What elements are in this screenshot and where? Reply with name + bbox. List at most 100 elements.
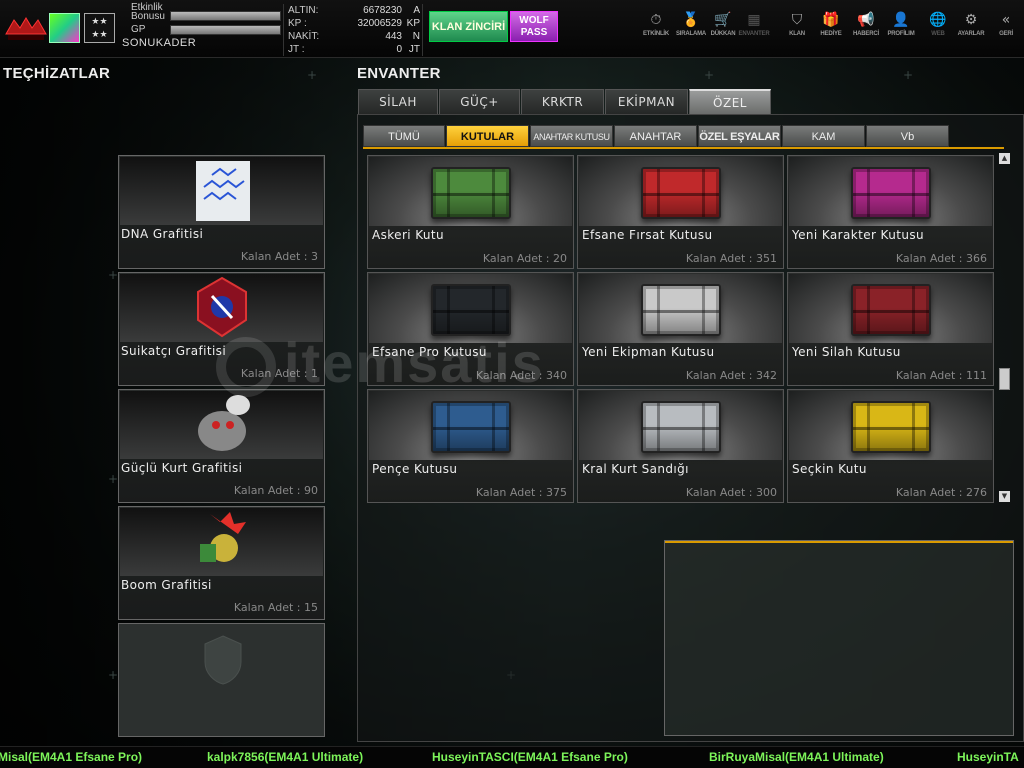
nav-label: SIRALAMA bbox=[675, 31, 707, 37]
equipment-count: Kalan Adet : 3 bbox=[240, 250, 318, 263]
gear-icon: ⚙ bbox=[964, 12, 978, 28]
strong-wolf-graffiti-image bbox=[120, 391, 323, 459]
nav-profilim[interactable]: 👤 PROFİLIM bbox=[885, 10, 917, 50]
tab-label: ÖZEL bbox=[713, 96, 747, 110]
wolf-pass-button[interactable]: WOLF PASS bbox=[510, 11, 558, 42]
globe-icon: 🌐 bbox=[929, 12, 947, 28]
tab-label: EKİPMAN bbox=[617, 95, 676, 109]
inventory-item[interactable]: Efsane Fırsat Kutusu Kalan Adet : 351 bbox=[577, 155, 784, 269]
scroll-down-button[interactable]: ▼ bbox=[999, 491, 1010, 502]
item-image bbox=[579, 157, 782, 226]
currency-row-jt: JT : 0 JT bbox=[288, 44, 424, 57]
item-count: Kalan Adet : 351 bbox=[685, 252, 777, 265]
megaphone-icon: 📢 bbox=[857, 12, 875, 28]
nav-geri[interactable]: « GERİ bbox=[990, 10, 1022, 50]
nav-hediye[interactable]: 🎁 HEDİYE bbox=[815, 10, 847, 50]
currency-key: JT : bbox=[288, 44, 305, 55]
currency-unit: A bbox=[413, 5, 420, 16]
tab-label: SİLAH bbox=[379, 95, 417, 109]
item-count: Kalan Adet : 20 bbox=[482, 252, 567, 265]
rank-badge[interactable] bbox=[49, 13, 80, 43]
equipment-count: Kalan Adet : 1 bbox=[240, 367, 318, 380]
currency-key: NAKİT: bbox=[288, 31, 320, 42]
crate-icon bbox=[431, 401, 511, 453]
empty-equipment-slot[interactable] bbox=[118, 623, 325, 737]
item-count: Kalan Adet : 375 bbox=[475, 486, 567, 499]
inventory-item[interactable]: Yeni Silah Kutusu Kalan Adet : 111 bbox=[787, 272, 994, 386]
stopwatch-icon: ⏱ bbox=[650, 12, 662, 28]
inventory-item[interactable]: Kral Kurt Sandığı Kalan Adet : 300 bbox=[577, 389, 784, 503]
medal-icon: 🏅 bbox=[682, 12, 700, 28]
stars-badge: ★★ ★★ bbox=[84, 13, 115, 43]
gp-bar bbox=[170, 25, 281, 35]
nav-siralama[interactable]: 🏅 SIRALAMA bbox=[675, 10, 707, 50]
inventory-item[interactable]: Pençe Kutusu Kalan Adet : 375 bbox=[367, 389, 574, 503]
inventory-icon: ▦ bbox=[747, 12, 761, 28]
tab-silah[interactable]: SİLAH bbox=[358, 89, 438, 114]
item-count: Kalan Adet : 342 bbox=[685, 369, 777, 382]
tab-ozel[interactable]: ÖZEL bbox=[689, 89, 771, 114]
assassin-graffiti-image bbox=[120, 274, 323, 342]
tab-label: GÜÇ+ bbox=[460, 95, 499, 109]
inventory-item[interactable]: Yeni Ekipman Kutusu Kalan Adet : 342 bbox=[577, 272, 784, 386]
item-scrollbar[interactable]: ▲ ▼ bbox=[999, 153, 1011, 506]
equipment-name: Boom Grafitisi bbox=[121, 578, 212, 592]
currency-key: KP : bbox=[288, 18, 307, 29]
decor-plus: + bbox=[108, 472, 119, 486]
decor-plus: + bbox=[903, 68, 914, 82]
nav-ayarlar[interactable]: ⚙ AYARLAR bbox=[955, 10, 987, 50]
currency-row-altin: ALTIN: 6678230 A bbox=[288, 5, 424, 18]
item-name: Efsane Fırsat Kutusu bbox=[582, 228, 713, 242]
inventory-item[interactable]: Askeri Kutu Kalan Adet : 20 bbox=[367, 155, 574, 269]
nav-label: GERİ bbox=[999, 31, 1013, 37]
crate-icon bbox=[851, 284, 931, 336]
item-image bbox=[369, 274, 572, 343]
subtab-vb[interactable]: Vb bbox=[866, 125, 949, 147]
subtab-anahtar-kutusu[interactable]: ANAHTAR KUTUSU bbox=[530, 125, 613, 147]
equipment-card[interactable]: Güçlü Kurt Grafitisi Kalan Adet : 90 bbox=[118, 389, 325, 503]
gp-label: GP bbox=[131, 24, 146, 35]
equipment-card[interactable]: DNA Grafitisi Kalan Adet : 3 bbox=[118, 155, 325, 269]
scroll-thumb[interactable] bbox=[999, 368, 1010, 390]
profile-icon: 👤 bbox=[892, 12, 910, 28]
nav-envanter[interactable]: ▦ ENVANTER bbox=[738, 10, 770, 50]
inventory-item[interactable]: Yeni Karakter Kutusu Kalan Adet : 366 bbox=[787, 155, 994, 269]
item-count: Kalan Adet : 340 bbox=[475, 369, 567, 382]
nav-dükkan[interactable]: 🛒 DÜKKAN bbox=[707, 10, 739, 50]
subtab-ozel-esyalar[interactable]: ÖZEL EŞYALAR bbox=[698, 125, 781, 147]
tab-ekipman[interactable]: EKİPMAN bbox=[605, 89, 688, 114]
subtab-tumu[interactable]: TÜMÜ bbox=[363, 125, 445, 147]
currency-unit: KP bbox=[406, 18, 420, 29]
wolf-pass-line2: PASS bbox=[520, 27, 548, 38]
equipment-card[interactable]: Suikatçı Grafitisi Kalan Adet : 1 bbox=[118, 272, 325, 386]
nav-klan[interactable]: ⛉ KLAN bbox=[781, 10, 813, 50]
equipment-count: Kalan Adet : 15 bbox=[233, 601, 318, 614]
subtab-label: ANAHTAR bbox=[629, 131, 682, 143]
nav-web[interactable]: 🌐 WEB bbox=[922, 10, 954, 50]
item-count: Kalan Adet : 276 bbox=[895, 486, 987, 499]
crate-icon bbox=[851, 167, 931, 219]
scroll-up-button[interactable]: ▲ bbox=[999, 153, 1010, 164]
currency-panel: ALTIN: 6678230 A KP : 32006529 KP NAKİT:… bbox=[283, 4, 423, 56]
decor-plus: + bbox=[108, 268, 119, 282]
klan-chain-label: KLAN ZİNCİRİ bbox=[431, 20, 506, 33]
subtab-label: KUTULAR bbox=[460, 131, 515, 143]
item-detail-panel bbox=[664, 540, 1014, 736]
tab-krktr[interactable]: KRKTR bbox=[521, 89, 604, 114]
nav-etkinlik[interactable]: ⏱ ETKİNLİK bbox=[640, 10, 672, 50]
tab-guc[interactable]: GÜÇ+ bbox=[439, 89, 520, 114]
main-nav: ⏱ ETKİNLİK 🏅 SIRALAMA 🛒 DÜKKAN ▦ ENVANTER ⛉ KLAN 🎁… bbox=[640, 10, 1024, 50]
item-name: Kral Kurt Sandığı bbox=[582, 462, 689, 476]
equipment-card[interactable]: Boom Grafitisi Kalan Adet : 15 bbox=[118, 506, 325, 620]
nav-haberci[interactable]: 📢 HABERCİ bbox=[850, 10, 882, 50]
ticker-item: HuseyinTASCI(EM4A1 Efsane Pro) bbox=[432, 750, 628, 764]
inventory-item[interactable]: Seçkin Kutu Kalan Adet : 276 bbox=[787, 389, 994, 503]
ticker-item: Misal(EM4A1 Efsane Pro) bbox=[0, 750, 143, 764]
inventory-item[interactable]: Efsane Pro Kutusu Kalan Adet : 340 bbox=[367, 272, 574, 386]
dna-graffiti-image bbox=[120, 157, 323, 225]
subtab-kutular[interactable]: KUTULAR bbox=[446, 125, 529, 147]
subtab-anahtar[interactable]: ANAHTAR bbox=[614, 125, 697, 147]
klan-chain-button[interactable]: KLAN ZİNCİRİ bbox=[429, 11, 508, 42]
subtab-kam[interactable]: KAM bbox=[782, 125, 865, 147]
currency-unit: JT bbox=[408, 44, 420, 55]
